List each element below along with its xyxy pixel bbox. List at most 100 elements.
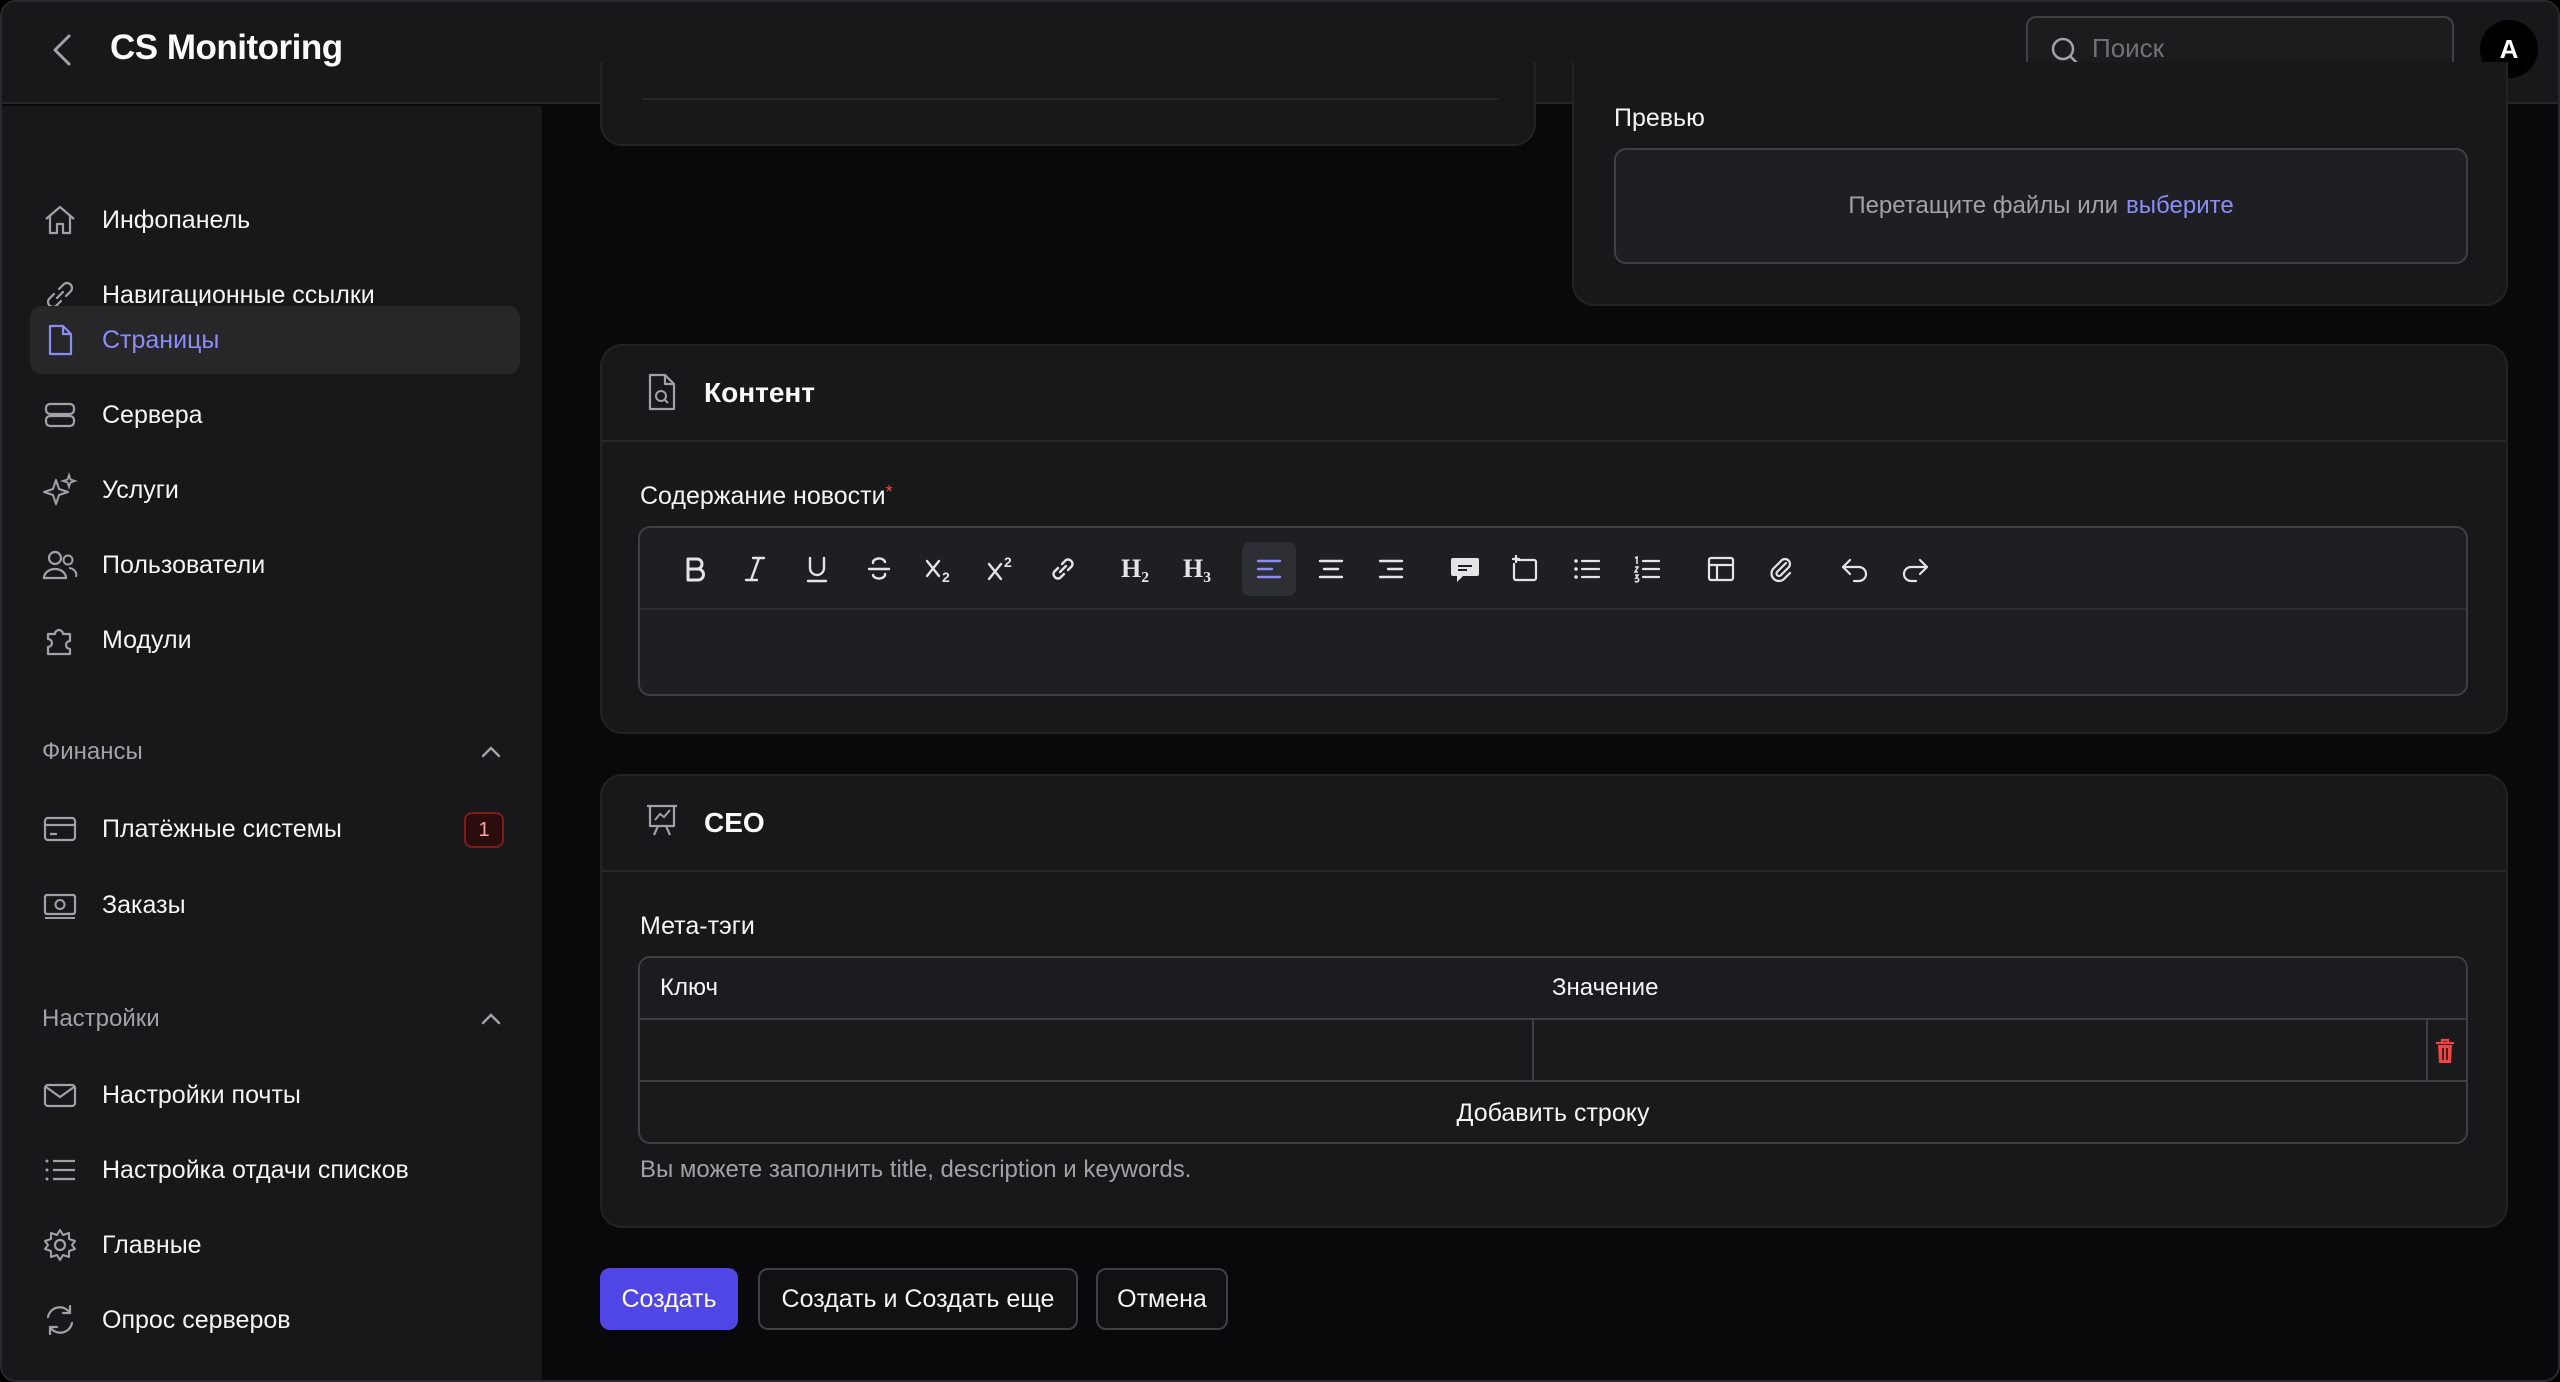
sidebar-item-label: Инфопанель [102,205,251,234]
choose-file-link[interactable]: выберите [2126,192,2234,220]
table-icon [1706,554,1736,584]
sidebar-item-pages[interactable]: Страницы [30,306,520,374]
section-title: Контент [704,377,816,408]
chevron-left-icon [51,33,73,67]
divider [642,98,1498,100]
content-card-header: Контент [602,346,2506,442]
banknotes-icon [42,887,78,923]
sidebar-item-label: Сервера [102,400,203,429]
previous-card [600,62,1536,146]
sidebar-item-users[interactable]: Пользователи [30,531,520,599]
link-icon [1048,554,1078,584]
chevron-up-icon[interactable] [480,745,502,759]
italic-icon [740,554,770,584]
app-window: CS Monitoring A Инфопанель Навигационные… [0,0,2560,1382]
table-button[interactable] [1694,542,1748,596]
blockquote-icon [1449,554,1481,584]
meta-tags-label: Мета-тэги [640,912,755,940]
redo-icon [1899,554,1931,584]
credit-card-icon [42,811,78,847]
delete-row-button[interactable] [2424,1020,2466,1082]
link-button[interactable] [1036,542,1090,596]
sidebar-item-list-output[interactable]: Настройка отдачи списков [30,1136,520,1204]
create-button[interactable]: Создать [600,1268,738,1330]
sidebar-item-servers[interactable]: Сервера [30,381,520,449]
rich-text-editor[interactable]: 2 2 H₂ H₃ [638,526,2468,696]
heading-2-button[interactable]: H₂ [1108,542,1162,596]
sidebar-item-dashboard[interactable]: Инфопанель [30,186,520,254]
underline-button[interactable] [790,542,844,596]
ordered-list-icon [1632,554,1662,584]
align-right-icon [1376,554,1406,584]
sidebar-item-label: Страницы [102,325,220,354]
redo-button[interactable] [1888,542,1942,596]
users-icon [42,547,78,583]
list-icon [42,1152,78,1188]
strikethrough-button[interactable] [852,542,906,596]
sidebar-item-label: Настройка отдачи списков [102,1155,409,1184]
document-search-icon [644,372,680,412]
file-dropzone[interactable]: Перетащите файлы или выберите [1614,148,2468,264]
align-right-button[interactable] [1364,542,1418,596]
cog-icon [42,1227,78,1263]
sidebar-item-server-polling[interactable]: Опрос серверов [30,1286,520,1354]
bullet-list-button[interactable] [1560,542,1614,596]
seo-card-header: СЕО [602,776,2506,872]
meta-tags-table: Ключ Значение Добавить строку [638,956,2468,1144]
group-title: Настройки [42,1005,160,1032]
ordered-list-button[interactable] [1620,542,1674,596]
count-badge: 1 [464,812,504,848]
sidebar-item-services[interactable]: Услуги [30,456,520,524]
sidebar-item-payment-systems[interactable]: Платёжные системы 1 [30,795,520,863]
editor-content-area[interactable] [640,612,2466,694]
svg-text:2: 2 [942,569,950,584]
sidebar-item-modules[interactable]: Модули [30,606,520,674]
sparkles-icon [42,472,78,508]
search-input[interactable] [2092,32,2452,64]
sidebar-item-main-settings[interactable]: Главные [30,1211,520,1279]
code-block-button[interactable] [1498,542,1552,596]
undo-icon [1839,554,1871,584]
sidebar-item-label: Модули [102,625,192,654]
superscript-button[interactable]: 2 [974,542,1028,596]
add-row-button[interactable]: Добавить строку [640,1082,2466,1142]
group-title: Финансы [42,738,143,765]
align-left-button[interactable] [1242,542,1296,596]
sidebar-group-finance[interactable]: Финансы [42,732,502,772]
bold-button[interactable] [668,542,722,596]
align-left-icon [1254,554,1284,584]
blockquote-button[interactable] [1438,542,1492,596]
column-header-key: Ключ [660,974,718,1001]
sidebar-item-mail-settings[interactable]: Настройки почты [30,1061,520,1129]
chevron-up-icon[interactable] [480,1012,502,1026]
table-row [640,1020,2466,1082]
meta-value-input[interactable] [1534,1020,2424,1082]
align-center-button[interactable] [1304,542,1358,596]
sidebar-item-orders[interactable]: Заказы [30,871,520,939]
meta-hint-text: Вы можете заполнить title, description и… [640,1156,1192,1183]
create-and-create-another-button[interactable]: Создать и Создать еще [758,1268,1078,1330]
sidebar-item-label: Пользователи [102,550,266,579]
required-mark: * [885,482,893,502]
meta-key-input[interactable] [640,1020,1530,1082]
undo-button[interactable] [1828,542,1882,596]
sidebar-item-label: Заказы [102,890,186,919]
superscript-icon: 2 [985,554,1017,584]
subscript-button[interactable]: 2 [912,542,966,596]
sidebar-item-label: Главные [102,1230,202,1259]
heading-3-button[interactable]: H₃ [1170,542,1224,596]
document-icon [42,322,78,358]
back-button[interactable] [42,30,82,70]
align-center-icon [1316,554,1346,584]
cancel-button[interactable]: Отмена [1096,1268,1228,1330]
home-icon [42,202,78,238]
attach-button[interactable] [1754,542,1808,596]
sidebar-item-label: Платёжные системы [102,814,342,843]
refresh-icon [42,1302,78,1338]
italic-button[interactable] [728,542,782,596]
sidebar-item-label: Настройки почты [102,1080,301,1109]
sidebar-group-settings[interactable]: Настройки [42,999,502,1039]
trash-icon [2434,1037,2456,1065]
svg-text:2: 2 [1004,554,1012,570]
presentation-chart-icon [644,802,680,838]
